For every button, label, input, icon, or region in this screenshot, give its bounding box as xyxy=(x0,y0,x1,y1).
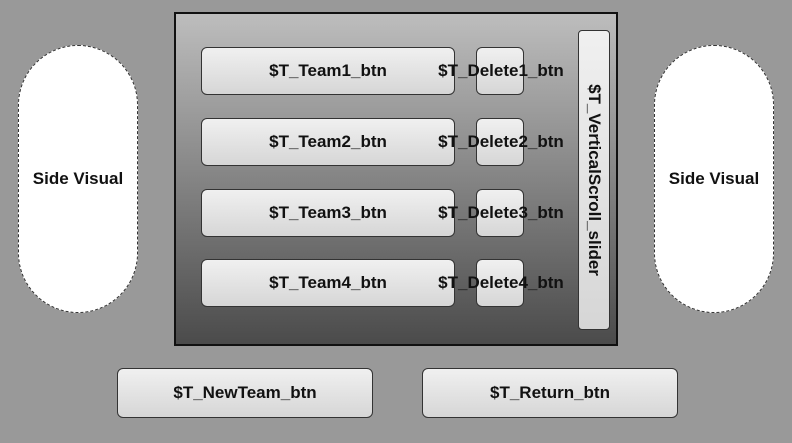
team1-button-label: $T_Team1_btn xyxy=(269,61,387,80)
delete3-button-label: $T_Delete3_btn xyxy=(438,203,564,222)
delete1-button-label: $T_Delete1_btn xyxy=(438,61,564,80)
new-team-button[interactable]: $T_NewTeam_btn xyxy=(117,368,373,418)
return-button[interactable]: $T_Return_btn xyxy=(422,368,678,418)
side-visual-right: Side Visual xyxy=(654,45,774,313)
team2-button-label: $T_Team2_btn xyxy=(269,132,387,151)
team-list-panel: $T_Team1_btn $T_Delete1_btn $T_Team2_btn… xyxy=(174,12,618,346)
delete4-button-label: $T_Delete4_btn xyxy=(438,273,564,292)
team2-button[interactable]: $T_Team2_btn xyxy=(201,118,455,166)
new-team-button-label: $T_NewTeam_btn xyxy=(173,383,317,402)
return-button-label: $T_Return_btn xyxy=(490,383,610,402)
side-visual-left-label: Side Visual xyxy=(32,169,124,188)
vertical-scroll-slider-label: $T_VerticalScroll_slider xyxy=(585,84,604,276)
team4-button[interactable]: $T_Team4_btn xyxy=(201,259,455,307)
team4-button-label: $T_Team4_btn xyxy=(269,273,387,292)
side-visual-left: Side Visual xyxy=(18,45,138,313)
team3-button-label: $T_Team3_btn xyxy=(269,203,387,222)
team3-button[interactable]: $T_Team3_btn xyxy=(201,189,455,237)
team1-button[interactable]: $T_Team1_btn xyxy=(201,47,455,95)
side-visual-right-label: Side Visual xyxy=(668,169,760,188)
delete2-button-label: $T_Delete2_btn xyxy=(438,132,564,151)
